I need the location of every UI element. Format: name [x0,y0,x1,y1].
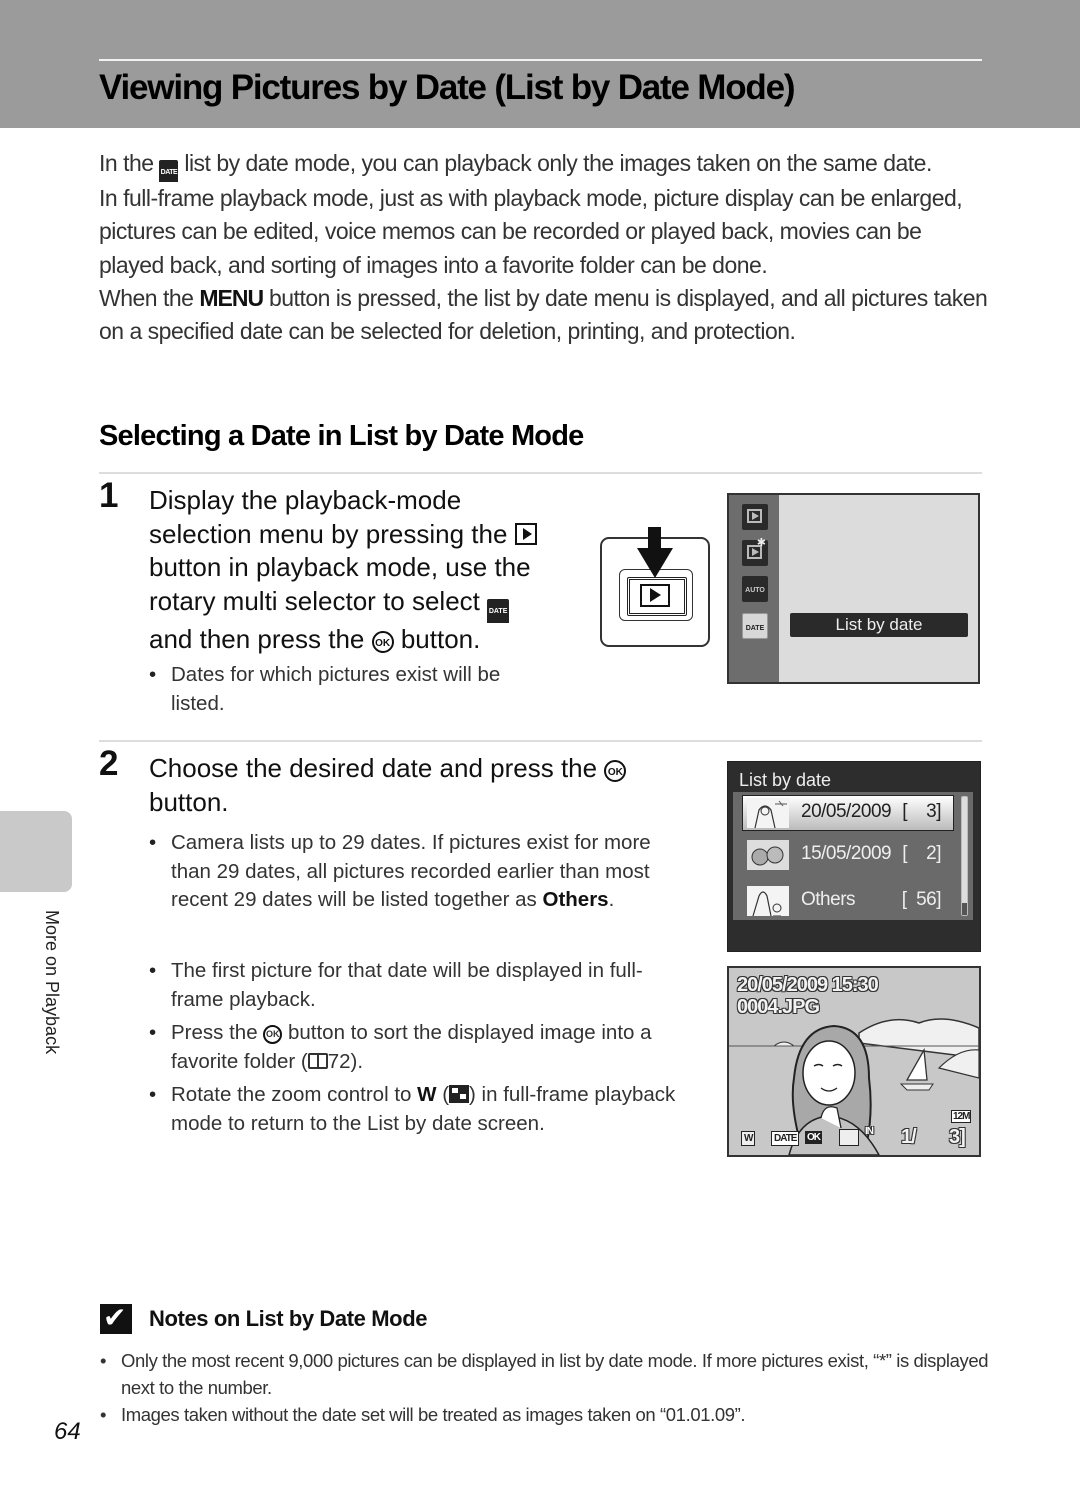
down-arrow-head [637,548,673,578]
step-2-bullet: The first picture for that date will be … [149,957,689,1014]
ok-button-icon: OK [805,1131,822,1144]
step-1-bullets: Dates for which pictures exist will be l… [149,661,549,723]
selected-mode-label: List by date [790,613,968,637]
frame-counter-total: 3] [949,1126,966,1148]
zoom-w-icon: W [741,1131,756,1146]
ok-button-icon: OK [263,1025,283,1044]
photo-datetime: 20/05/2009 15:30 [737,974,879,996]
mode-selection-screen: ✱ AUTO DATE List by date [727,493,980,684]
auto-sort-icon[interactable]: AUTO [742,576,768,602]
step-2-bullet: Rotate the zoom control to W () in full-… [149,1081,689,1138]
date-list-item[interactable]: 20/05/2009 [ 3] [742,795,954,831]
date-list-item[interactable]: 15/05/2009 [ 2] [743,838,953,872]
step-divider [99,740,982,742]
step-1-number: 1 [99,476,119,515]
page-reference-link[interactable]: 72 [328,1050,351,1073]
thumbnail-playback-icon [449,1085,470,1103]
photo-filename: 0004.JPG [737,996,820,1018]
checkmark-icon [100,1302,132,1334]
playback-icon [640,584,670,607]
step-2-bullet: Press the OK button to sort the displaye… [149,1019,689,1076]
step-2-number: 2 [99,744,119,783]
date-list: 20/05/2009 [ 3] 15/05/2009 [ 2] Others [… [733,792,973,920]
notes-title: Notes on List by Date Mode [149,1306,428,1331]
thumbnail-image [747,798,789,829]
step-1-bullet: Dates for which pictures exist will be l… [149,661,549,718]
note-item: Images taken without the date set will b… [100,1401,990,1428]
ok-button-icon: OK [604,760,627,782]
thumbnail-image [747,840,789,870]
chapter-tab[interactable] [0,811,72,892]
section-divider [99,472,982,474]
zoom-w-label: W [417,1083,437,1106]
date-list-item[interactable]: Others [ 56] [743,884,953,918]
internal-memory-icon: IN [865,1126,874,1137]
intro-paragraph-1: In the DATE list by date mode, you can p… [99,147,989,182]
intro-text: In the DATE list by date mode, you can p… [99,147,989,348]
page-title: Viewing Pictures by Date (List by Date M… [99,68,796,107]
page-number: 64 [54,1418,81,1445]
list-by-date-icon: DATE [487,598,510,623]
step-2-bullets: Camera lists up to 29 dates. If pictures… [149,829,689,920]
intro-paragraph-2: In full-frame playback mode, just as wit… [99,185,963,278]
down-arrow-icon [648,527,661,549]
step-1-instruction: Display the playback-mode selection menu… [149,484,569,656]
mode-sidebar: ✱ AUTO DATE [729,495,779,682]
intro-paragraph-3: When the MENU button is pressed, the lis… [99,284,988,345]
list-by-date-icon: DATE [159,160,179,182]
frame-counter-current: 1/ [901,1126,917,1148]
menu-button-icon: MENU [199,284,264,311]
thumbnail-image [747,886,789,917]
list-screen-title: List by date [739,770,832,790]
notes-list: Only the most recent 9,000 pictures can … [100,1347,990,1428]
header-rule [99,59,982,61]
step-2-bullet: Camera lists up to 29 dates. If pictures… [149,829,689,915]
section-title: Selecting a Date in List by Date Mode [99,420,584,452]
chapter-tab-label: More on Playback [42,910,62,1055]
step-2-more-bullets: The first picture for that date will be … [149,957,689,1143]
ok-button-icon: OK [371,630,394,653]
list-by-date-icon: DATE [771,1131,800,1146]
image-size-icon: 12M [951,1110,972,1123]
favorite-folder-icon [839,1129,859,1146]
favorite-pictures-icon[interactable]: ✱ [742,537,768,566]
playback-mode-icon[interactable] [742,504,768,530]
list-by-date-screen: List by date 20/05/2009 [ 3] 15/05/2009 … [727,761,981,952]
note-item: Only the most recent 9,000 pictures can … [100,1347,990,1401]
list-by-date-mode-icon[interactable]: DATE [742,613,768,639]
page-reference-icon [307,1052,328,1069]
full-frame-playback-screen: 20/05/2009 15:30 0004.JPG 12M W DATE OK … [727,966,981,1157]
playback-button-icon [514,522,537,545]
list-scrollbar[interactable] [961,796,968,916]
chapter-header: Viewing Pictures by Date (List by Date M… [0,0,1080,128]
step-2-instruction: Choose the desired date and press the OK… [149,752,669,819]
